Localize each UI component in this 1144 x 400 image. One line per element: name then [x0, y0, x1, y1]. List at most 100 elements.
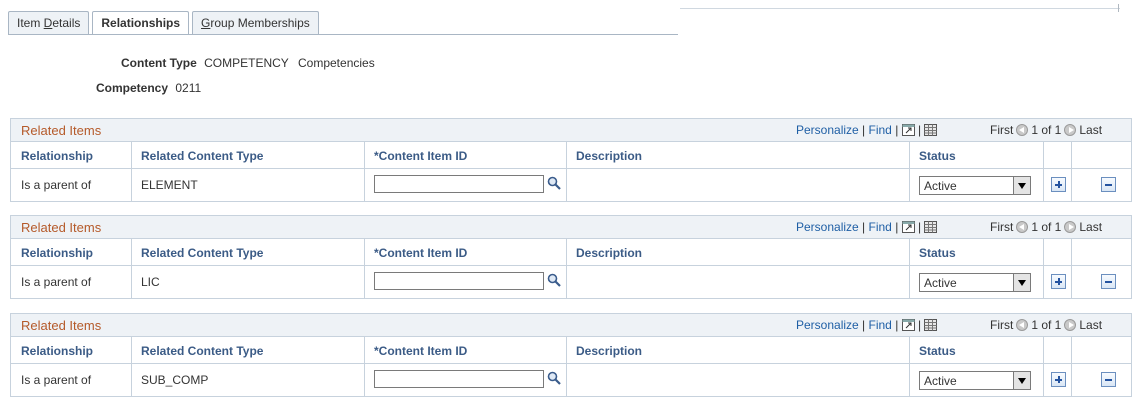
next-arrow-icon[interactable] [1064, 221, 1077, 233]
separator: | [918, 123, 922, 137]
content-type-field: Content Type COMPETENCY [121, 56, 289, 70]
column-divider [909, 337, 910, 396]
separator: | [862, 123, 866, 137]
col-related-content-type: Related Content Type [141, 344, 264, 358]
separator: | [895, 123, 899, 137]
previous-arrow-icon[interactable] [1016, 319, 1029, 331]
find-link[interactable]: Find [869, 220, 892, 234]
col-relationship: Relationship [21, 344, 94, 358]
separator: | [918, 220, 922, 234]
col-status: Status [919, 344, 956, 358]
download-grid-icon[interactable] [924, 319, 938, 331]
status-select[interactable]: Active [919, 176, 1031, 195]
add-row-button[interactable] [1051, 372, 1066, 387]
status-selected-value: Active [924, 374, 957, 388]
lookup-search-icon[interactable] [547, 176, 561, 190]
table-row: Is a parent of SUB_COMP Active [11, 364, 1131, 396]
chevron-down-icon[interactable] [1013, 177, 1030, 194]
column-divider [1071, 337, 1072, 396]
content-item-id-input[interactable] [374, 370, 544, 388]
row-count: 1 of 1 [1031, 123, 1062, 137]
grid-header-bar: Related Items Personalize | Find | | Fir… [11, 314, 1131, 337]
column-divider [131, 337, 132, 396]
delete-row-button[interactable] [1101, 177, 1116, 192]
competency-field: Competency 0211 [96, 81, 201, 95]
content-item-id-input[interactable] [374, 175, 544, 193]
related-content-type-value: LIC [141, 275, 160, 289]
grid-header-bar: Related Items Personalize | Find | | Fir… [11, 216, 1131, 239]
download-grid-icon[interactable] [924, 124, 938, 136]
delete-row-button[interactable] [1101, 274, 1116, 289]
add-row-button[interactable] [1051, 274, 1066, 289]
grid-title: Related Items [21, 123, 102, 138]
status-selected-value: Active [924, 179, 957, 193]
tab-label: Relationships [101, 16, 181, 30]
tab-label-accesskey: G [201, 16, 211, 30]
find-link[interactable]: Find [869, 318, 892, 332]
col-related-content-type: Related Content Type [141, 149, 264, 163]
column-divider [909, 239, 910, 298]
grid-title: Related Items [21, 318, 102, 333]
next-arrow-icon[interactable] [1064, 124, 1077, 136]
grid-nav-links: Personalize | Find | | [796, 123, 938, 137]
last-label: Last [1079, 123, 1103, 137]
view-all-icon[interactable] [901, 124, 915, 136]
add-row-button[interactable] [1051, 177, 1066, 192]
row-count: 1 of 1 [1031, 220, 1062, 234]
content-type-label: Content Type [121, 56, 197, 70]
related-items-grid: Related Items Personalize | Find | | Fir… [10, 313, 1132, 397]
column-divider [566, 142, 567, 201]
personalize-link[interactable]: Personalize [796, 123, 859, 137]
view-all-icon[interactable] [901, 319, 915, 331]
download-grid-icon[interactable] [924, 221, 938, 233]
col-relationship: Relationship [21, 246, 94, 260]
column-divider [1043, 239, 1044, 298]
grid-header-bar: Related Items Personalize | Find | | Fir… [11, 119, 1131, 142]
page-top-rule [680, 8, 1120, 9]
status-select[interactable]: Active [919, 371, 1031, 390]
chevron-down-icon[interactable] [1013, 372, 1030, 389]
first-label: First [990, 123, 1014, 137]
personalize-link[interactable]: Personalize [796, 220, 859, 234]
delete-row-button[interactable] [1101, 372, 1116, 387]
grid-nav-links: Personalize | Find | | [796, 220, 938, 234]
tab-label: etails [52, 16, 81, 30]
column-divider [566, 239, 567, 298]
personalize-link[interactable]: Personalize [796, 318, 859, 332]
table-row: Is a parent of LIC Active [11, 266, 1131, 298]
tab-group-memberships[interactable]: Group Memberships [192, 11, 319, 34]
last-label: Last [1079, 220, 1103, 234]
content-item-id-input[interactable] [374, 272, 544, 290]
previous-arrow-icon[interactable] [1016, 221, 1029, 233]
view-all-icon[interactable] [901, 221, 915, 233]
col-content-item-id: *Content Item ID [374, 246, 468, 260]
lookup-search-icon[interactable] [547, 273, 561, 287]
grid-column-headers: Relationship Related Content Type *Conte… [11, 337, 1131, 364]
relationship-value: Is a parent of [21, 275, 92, 289]
column-divider [566, 337, 567, 396]
col-content-item-id: *Content Item ID [374, 344, 468, 358]
column-divider [131, 142, 132, 201]
separator: | [862, 318, 866, 332]
column-divider [131, 239, 132, 298]
related-items-grid: Related Items Personalize | Find | | Fir… [10, 118, 1132, 202]
separator: | [862, 220, 866, 234]
column-divider [1071, 239, 1072, 298]
content-type-value: COMPETENCY [204, 56, 289, 70]
chevron-down-icon[interactable] [1013, 274, 1030, 291]
column-divider [364, 142, 365, 201]
tab-bar: Item Details Relationships Group Members… [8, 11, 322, 35]
table-row: Is a parent of ELEMENT Active [11, 169, 1131, 201]
related-content-type-value: SUB_COMP [141, 373, 209, 387]
tab-item-details[interactable]: Item Details [8, 11, 90, 34]
previous-arrow-icon[interactable] [1016, 124, 1029, 136]
tab-relationships[interactable]: Relationships [92, 11, 190, 35]
tab-divider [8, 34, 678, 35]
col-description: Description [576, 246, 643, 260]
lookup-search-icon[interactable] [547, 371, 561, 385]
next-arrow-icon[interactable] [1064, 319, 1077, 331]
tab-label: Item [17, 16, 44, 30]
status-select[interactable]: Active [919, 273, 1031, 292]
grid-pager: First 1 of 1 Last [990, 318, 1102, 332]
find-link[interactable]: Find [869, 123, 892, 137]
